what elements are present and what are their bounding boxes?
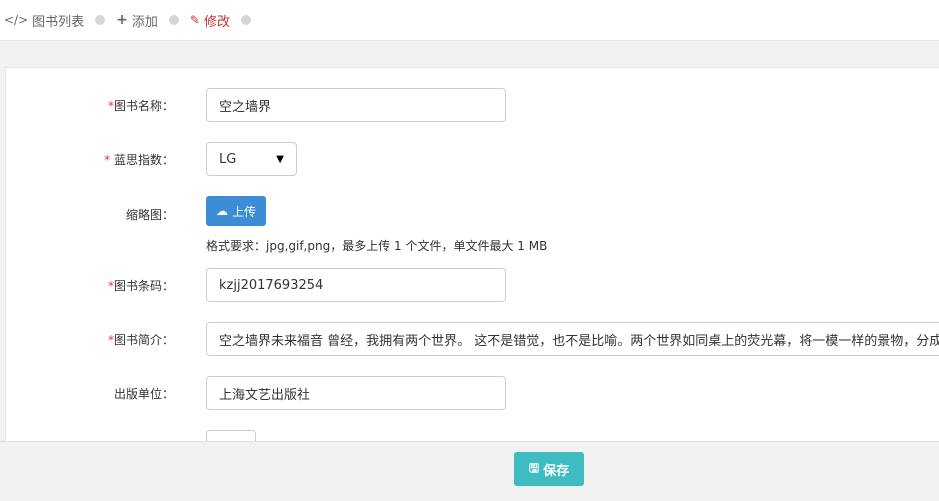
edit-form-panel: *图书名称： 空之墙界 * 蓝思指数： LG ▼ 缩略图： ☁ 上传 格式要求：… — [5, 67, 939, 447]
breadcrumb-bar: </> 图书列表 + 添加 ✎ 修改 — [0, 0, 939, 41]
code-icon: </> — [4, 13, 29, 27]
summary-label: *图书简介： — [107, 333, 174, 347]
crumb-add[interactable]: + 添加 — [116, 11, 158, 30]
crumb-book-list-label: 图书列表 — [32, 14, 85, 30]
separator-dot — [95, 15, 106, 25]
edit-icon: ✎ — [189, 13, 200, 27]
form-row-name: *图书名称： 空之墙界 — [6, 88, 939, 122]
crumb-book-list[interactable]: </> 图书列表 — [4, 11, 84, 30]
cloud-upload-icon: ☁ — [215, 204, 228, 218]
form-row-summary: *图书简介： 空之墙界未来福音 曾经，我拥有两个世界。 这不是错觉，也不是比喻。… — [6, 322, 939, 356]
form-row-index: * 蓝思指数： LG ▼ — [6, 142, 939, 176]
plus-icon: + — [116, 12, 128, 28]
crumb-edit[interactable]: ✎ 修改 — [190, 11, 230, 30]
separator-dot — [168, 15, 179, 25]
crumb-edit-label: 修改 — [203, 14, 230, 30]
book-name-input[interactable]: 空之墙界 — [206, 88, 506, 122]
upload-hint: 格式要求：jpg,gif,png，最多上传 1 个文件，单文件最大 1 MB — [206, 239, 548, 253]
index-label: * 蓝思指数： — [104, 153, 174, 167]
barcode-label: *图书条码： — [107, 279, 174, 293]
thumbnail-label: 缩略图： — [125, 208, 174, 222]
upload-button-label: 上传 — [231, 204, 256, 219]
name-label: *图书名称： — [107, 99, 174, 113]
save-button-label: 保存 — [543, 463, 570, 479]
upload-button[interactable]: ☁ 上传 — [206, 196, 266, 226]
publisher-input[interactable]: 上海文艺出版社 — [206, 376, 506, 410]
caret-down-icon: ▼ — [276, 153, 284, 165]
save-button[interactable]: 🖫 保存 — [514, 452, 584, 486]
lexile-index-select[interactable]: LG ▼ — [206, 142, 297, 176]
form-footer: 🖫 保存 — [0, 441, 939, 501]
separator-dot — [241, 15, 251, 25]
barcode-input[interactable]: kzjj2017693254 — [206, 268, 506, 302]
crumb-add-label: 添加 — [131, 14, 158, 30]
publisher-label: 出版单位： — [113, 387, 174, 401]
form-row-barcode: *图书条码： kzjj2017693254 — [6, 268, 939, 302]
save-disk-icon: 🖫 — [528, 460, 540, 475]
lexile-index-value: LG — [219, 151, 237, 167]
summary-input[interactable]: 空之墙界未来福音 曾经，我拥有两个世界。 这不是错觉，也不是比喻。两个世界如同桌… — [206, 322, 939, 356]
form-row-thumbnail: 缩略图： ☁ 上传 格式要求：jpg,gif,png，最多上传 1 个文件，单文… — [6, 196, 939, 256]
form-row-publisher: 出版单位： 上海文艺出版社 — [6, 376, 939, 410]
